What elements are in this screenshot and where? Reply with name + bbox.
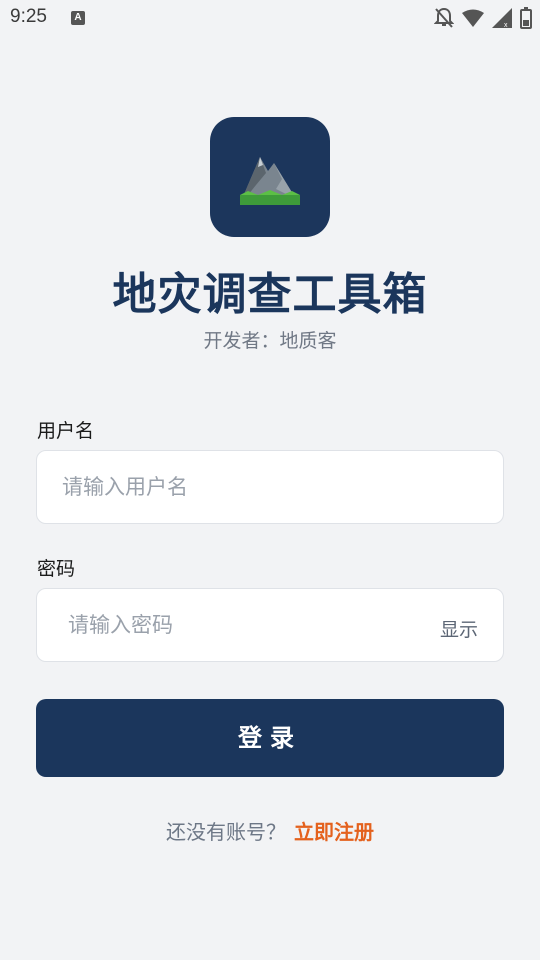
register-row: 还没有账号？ 立即注册: [0, 816, 540, 845]
show-password-toggle[interactable]: 显示: [440, 615, 478, 642]
app-logo: [210, 117, 330, 237]
login-screen: 9:25 A x 地灾调查工具箱 开发者：地质客 用户名 请输入用户名 密码 显…: [0, 0, 540, 960]
register-prompt: 还没有账号？: [166, 820, 286, 844]
password-input[interactable]: [68, 589, 428, 661]
status-icons: x: [434, 7, 532, 29]
password-field-container: 显示: [36, 588, 504, 662]
register-link[interactable]: 立即注册: [294, 820, 374, 844]
notifications-off-icon: [434, 7, 454, 28]
wifi-icon: [462, 9, 484, 27]
login-button[interactable]: 登录: [36, 699, 504, 777]
app-title: 地灾调查工具箱: [112, 269, 428, 320]
status-bar: 9:25 A x: [0, 0, 540, 38]
username-label: 用户名: [37, 420, 95, 442]
username-input[interactable]: [62, 451, 482, 523]
password-label: 密码: [37, 558, 76, 580]
svg-text:x: x: [504, 22, 508, 28]
notification-badge-icon: A: [71, 11, 85, 25]
username-field-container: [36, 450, 504, 524]
battery-icon: [520, 7, 532, 29]
developer-credit: 开发者：地质客: [203, 330, 337, 352]
status-time: 9:25: [10, 6, 47, 27]
signal-icon: x: [492, 8, 512, 28]
mountain-icon: [240, 157, 300, 205]
